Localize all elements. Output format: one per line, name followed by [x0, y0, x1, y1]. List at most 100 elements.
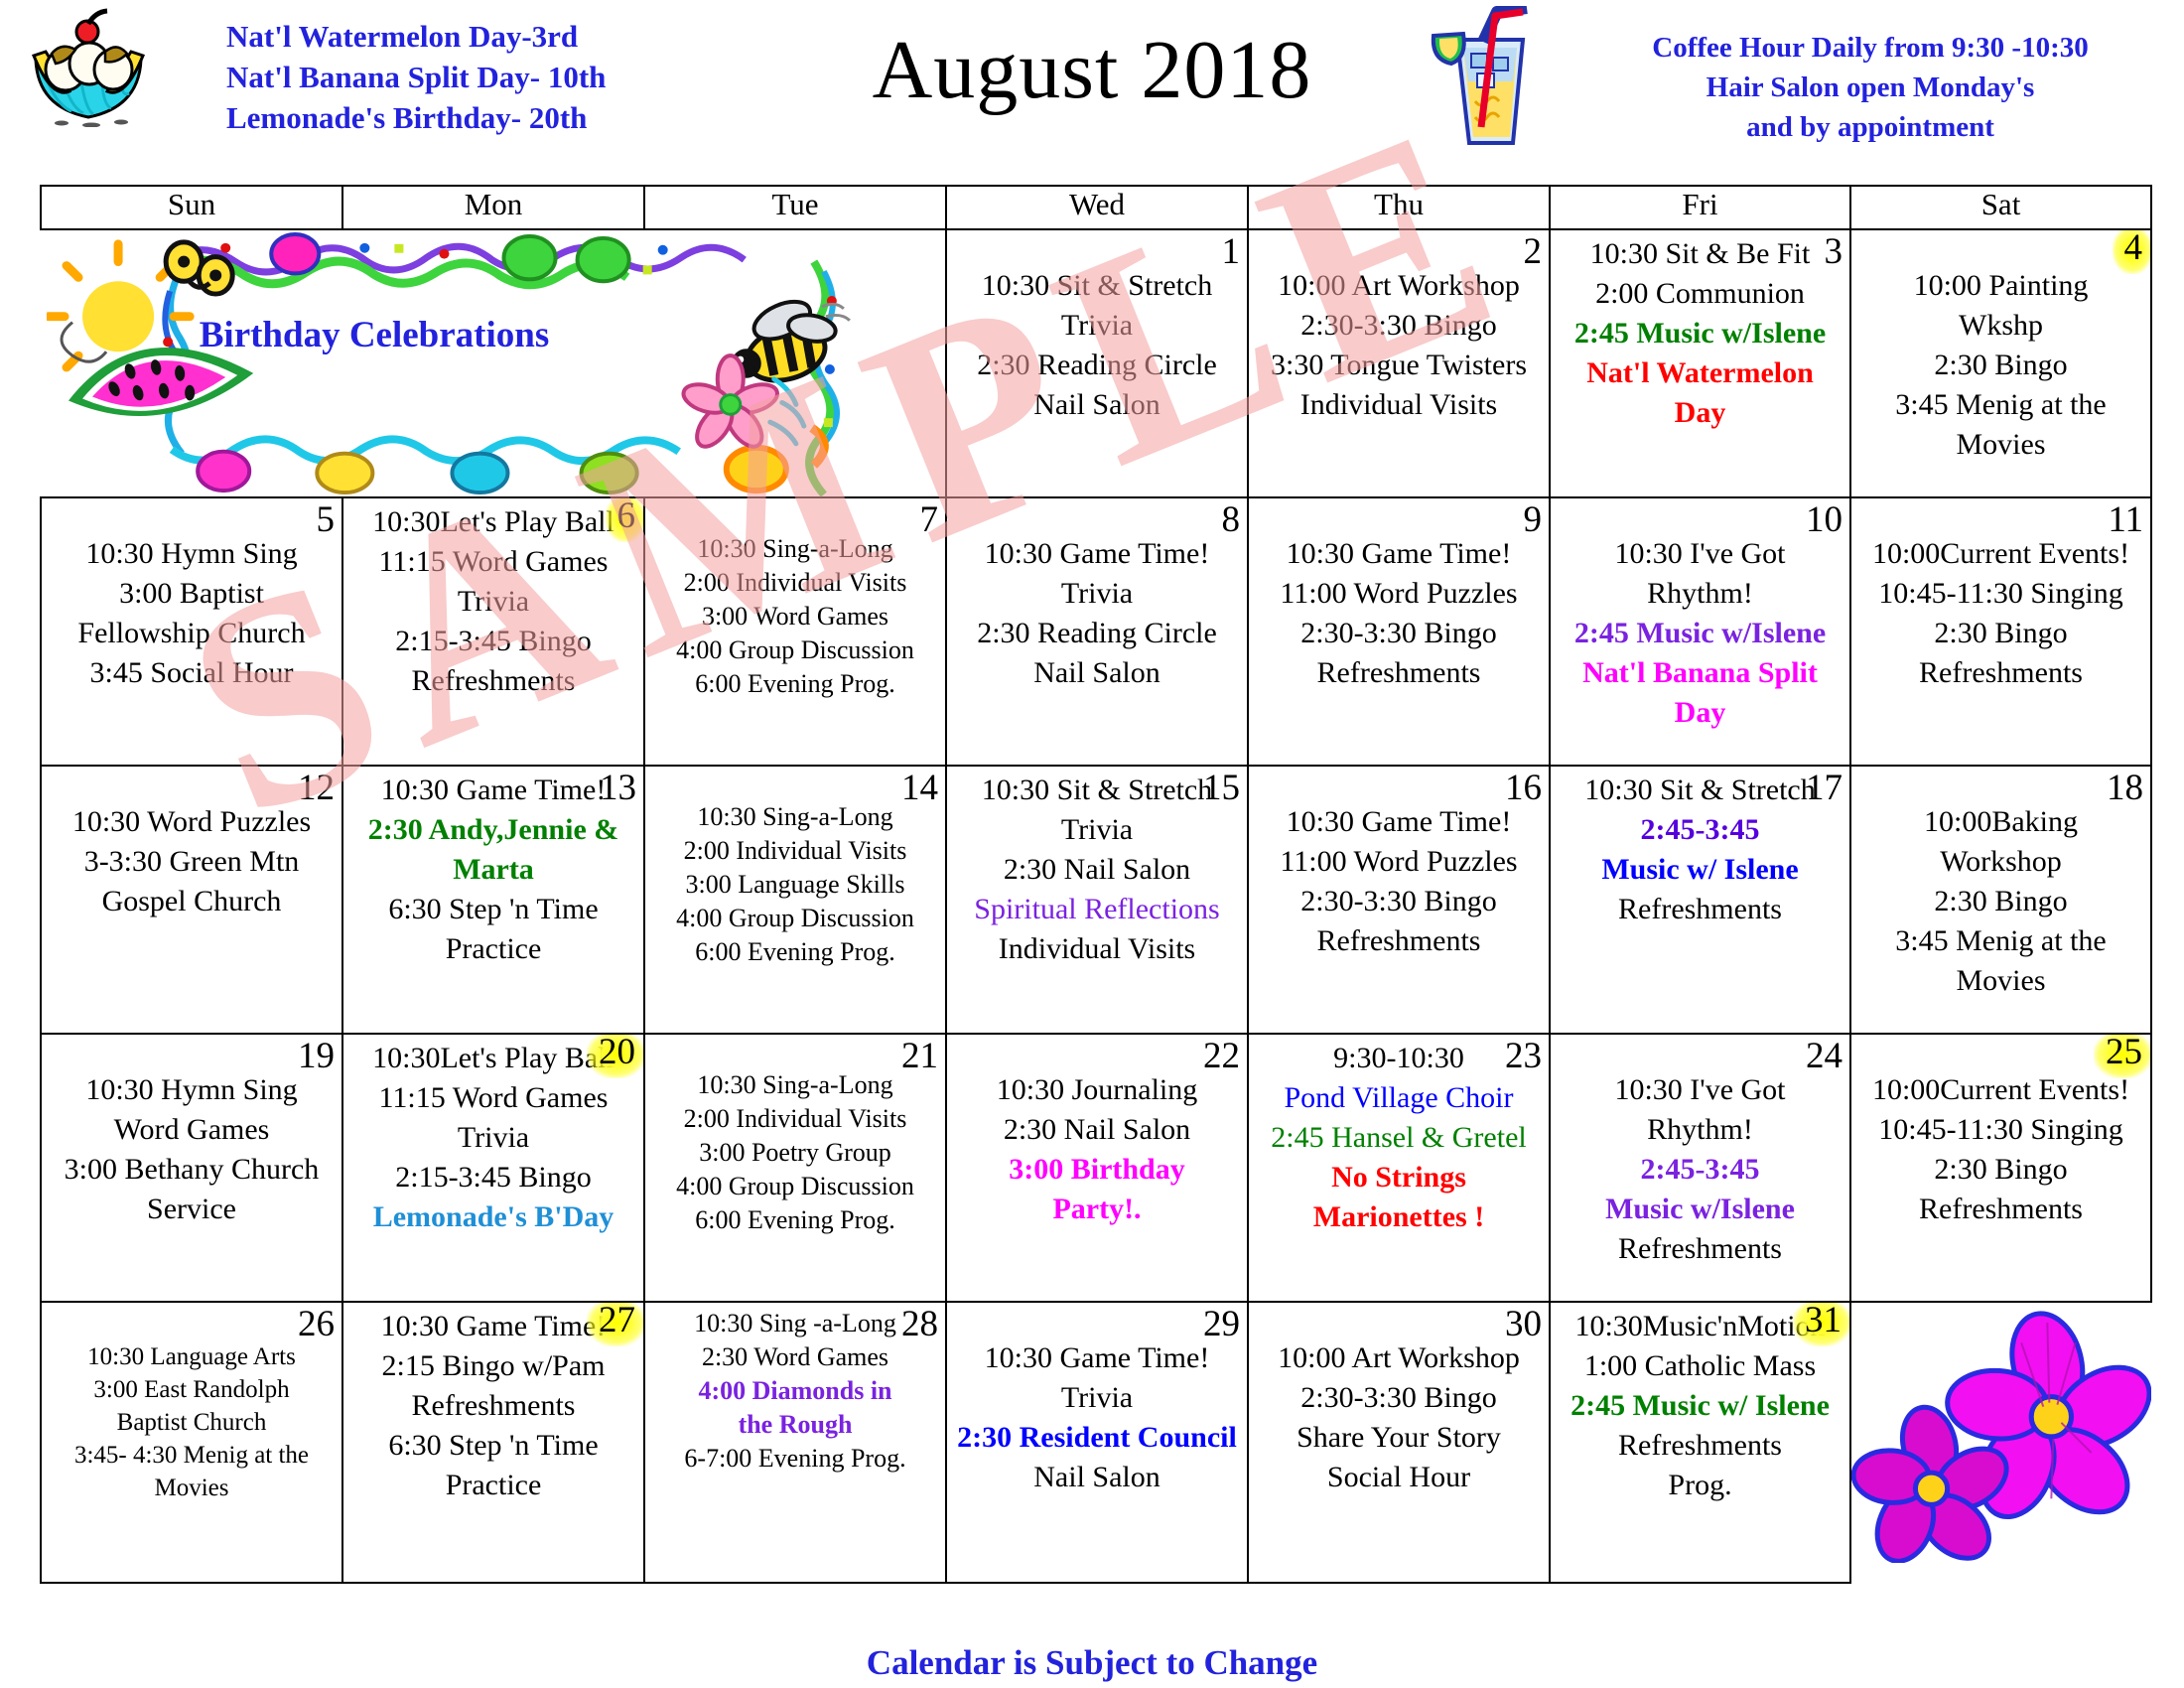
day-cell-26[interactable]: 26 10:30 Language Arts 3:00 East Randolph B…	[40, 1301, 343, 1584]
event-line: Marta	[453, 853, 534, 886]
event-line: Wkshp	[1959, 309, 2043, 342]
event-line: 4:00 Group Discussion	[676, 904, 914, 932]
day-cell-12[interactable]: 12 10:30 Word Puzzles 3-3:30 Green Mtn Gosp…	[40, 765, 343, 1035]
day-number: 28	[901, 1304, 938, 1344]
day-cell-30[interactable]: 30 10:00 Art Workshop 2:30-3:30 Bingo Share…	[1247, 1301, 1551, 1584]
event-line: 2:45 Hansel & Gretel	[1271, 1121, 1527, 1154]
event-line: 10:30 Game Time!	[380, 774, 607, 806]
calendar-week-row: 19 10:30 Hymn Sing Word Games 3:00 Bethany …	[40, 1033, 2152, 1303]
event-line: Fellowship Church	[77, 617, 306, 649]
day-cell-13[interactable]: 13 10:30 Game Time! 2:30 Andy,Jennie & Mart…	[341, 765, 645, 1035]
event-line: 11:15 Word Games	[378, 1081, 609, 1114]
event-line: 2:30 Bingo	[1934, 885, 2068, 917]
weekday-header-sun: Sun	[40, 185, 343, 230]
event-line: Music w/ Islene	[1601, 853, 1799, 886]
flowers-decor-cell	[1850, 1302, 2151, 1583]
day-cell-8[interactable]: 8 10:30 Game Time! Trivia 2:30 Reading Circ…	[945, 496, 1249, 767]
day-cell-24[interactable]: 24 10:30 I've Got Rhythm! 2:45-3:45 Music w/…	[1549, 1033, 1851, 1303]
event-line: 2:30 Word Games	[701, 1342, 889, 1371]
event-line: 2:00 Individual Visits	[683, 836, 907, 865]
day-cell-17[interactable]: 17 10:30 Sit & Stretch 2:45-3:45 Music w/ I…	[1549, 765, 1851, 1035]
day-cell-15[interactable]: 15 10:30 Sit & Stretch Trivia 2:30 Nail Sal…	[945, 765, 1249, 1035]
day-cell-28[interactable]: 28 10:30 Sing -a-Long 2:30 Word Games 4:00 …	[643, 1301, 947, 1584]
event-line: 3:00 Language Skills	[685, 870, 905, 899]
event-line: 2:45 Music w/ Islene	[1570, 1389, 1830, 1422]
day-cell-2[interactable]: 2 10:00 Art Workshop 2:30-3:30 Bingo 3:30 T…	[1247, 228, 1551, 498]
event-line: 4:00 Diamonds in	[698, 1376, 892, 1405]
day-number: 24	[1806, 1036, 1843, 1076]
event-line: Refreshments	[411, 1389, 576, 1422]
event-line: 6:00 Evening Prog.	[695, 1205, 895, 1234]
event-line: 2:30 Andy,Jennie &	[367, 813, 619, 846]
event-line: 10:30 Game Time!	[1286, 537, 1512, 570]
event-line: Trivia	[457, 1121, 530, 1154]
event-line: Refreshments	[1919, 1193, 2083, 1225]
event-line: 11:15 Word Games	[378, 545, 609, 578]
day-cell-29[interactable]: 29 10:30 Game Time! Trivia 2:30 Resident Co…	[945, 1301, 1249, 1584]
day-number: 15	[1203, 768, 1240, 808]
day-cell-18[interactable]: 18 10:00Baking Workshop 2:30 Bingo 3:45 Meni…	[1849, 765, 2152, 1035]
event-line: Nail Salon	[1033, 656, 1160, 689]
event-line: 2:15-3:45 Bingo	[395, 1161, 592, 1194]
day-events: 10:30 Sit & Be Fit 2:00 Communion 2:45 Mus…	[1552, 231, 1848, 433]
event-line: 9:30-10:30	[1333, 1042, 1464, 1074]
event-line: Practice	[445, 1469, 542, 1501]
event-line: Refreshments	[1618, 893, 1782, 925]
day-events: 10:30 Sit & Stretch Trivia 2:30 Nail Salon…	[948, 768, 1246, 969]
event-line: Day	[1674, 696, 1726, 729]
event-line: 10:30 Sing-a-Long	[697, 534, 893, 563]
event-line: 3:30 Tongue Twisters	[1270, 349, 1528, 381]
calendar-week-row: Birthday Celebrations 1 10:30 Sit & Stret…	[41, 228, 2152, 498]
day-cell-25[interactable]: 25 10:00Current Events! 10:45-11:30 Singin…	[1849, 1033, 2152, 1303]
day-cell-10[interactable]: 10 10:30 I've Got Rhythm! 2:45 Music w/Isle…	[1549, 496, 1851, 767]
day-cell-11[interactable]: 11 10:00Current Events! 10:45-11:30 Singin…	[1849, 496, 2152, 767]
weekday-header-mon: Mon	[341, 185, 645, 230]
calendar-grid-wrapper: Sun Mon Tue Wed Thu Fri Sat Birthday Cel…	[40, 185, 2152, 1584]
event-line: Practice	[445, 932, 542, 965]
day-cell-22[interactable]: 22 10:30 Journaling 2:30 Nail Salon 3:00 Bi…	[945, 1033, 1249, 1303]
day-events: 10:30 Sit & Stretch 2:45-3:45 Music w/ Isl…	[1552, 768, 1848, 929]
event-line: 1:00 Catholic Mass	[1583, 1349, 1817, 1382]
event-line: Music w/Islene	[1605, 1193, 1795, 1225]
event-line: 6-7:00 Evening Prog.	[684, 1444, 906, 1473]
facility-note-0: Coffee Hour Daily from 9:30 -10:30	[1652, 32, 2089, 64]
day-cell-9[interactable]: 9 10:30 Game Time! 11:00 Word Puzzles 2:30-…	[1247, 496, 1551, 767]
day-cell-3[interactable]: 3 10:30 Sit & Be Fit 2:00 Communion 2:45 Mu…	[1549, 228, 1851, 498]
day-cell-7[interactable]: 7 10:30 Sing-a-Long 2:00 Individual Visits…	[643, 496, 947, 767]
event-line: Gospel Church	[101, 885, 282, 917]
event-line: Refreshments	[1618, 1429, 1782, 1462]
day-events: 10:30 Hymn Sing 3:00 Baptist Fellowship Ch…	[43, 499, 341, 693]
lemonade-glass-icon	[1431, 6, 1528, 145]
event-line: 11:00 Word Puzzles	[1280, 845, 1518, 878]
day-events: 10:00Current Events! 10:45-11:30 Singing 2…	[1852, 499, 2149, 693]
event-line: 2:00 Communion	[1595, 277, 1805, 310]
event-line: Pond Village Choir	[1284, 1081, 1514, 1114]
day-cell-19[interactable]: 19 10:30 Hymn Sing Word Games 3:00 Bethany …	[40, 1033, 343, 1303]
event-line: Refreshments	[411, 664, 576, 697]
event-line: Trivia	[1060, 577, 1134, 610]
event-line: 2:00 Individual Visits	[683, 568, 907, 597]
event-line: Nail Salon	[1033, 388, 1160, 421]
day-cell-5[interactable]: 5 10:30 Hymn Sing 3:00 Baptist Fellowship C…	[40, 496, 343, 767]
day-cell-31[interactable]: 31 10:30Music'nMotion 1:00 Catholic Mass 2:…	[1549, 1301, 1851, 1584]
day-cell-27[interactable]: 27 10:30 Game Time! 2:15 Bingo w/Pam Refres…	[341, 1301, 645, 1584]
day-number: 23	[1505, 1036, 1542, 1076]
day-cell-20[interactable]: 20 10:30Let's Play Ball 11:15 Word Games Tr…	[341, 1033, 645, 1303]
event-line: Day	[1674, 396, 1726, 429]
day-cell-16[interactable]: 16 10:30 Game Time! 11:00 Word Puzzles 2:30…	[1247, 765, 1551, 1035]
day-cell-1[interactable]: 1 10:30 Sit & Stretch Trivia 2:30 Reading C…	[945, 228, 1249, 498]
day-number: 7	[919, 499, 939, 540]
event-line: Rhythm!	[1647, 577, 1753, 610]
day-number: 12	[298, 768, 335, 808]
day-cell-4[interactable]: 4 10:00 Painting Wkshp 2:30 Bingo 3:45 Menig…	[1849, 228, 2152, 498]
day-cell-14[interactable]: 14 10:30 Sing-a-Long 2:00 Individual Visit…	[643, 765, 947, 1035]
day-events: 10:30 Game Time! 11:00 Word Puzzles 2:30-3…	[1250, 499, 1548, 693]
event-line: 10:30 Sit & Be Fit	[1589, 237, 1811, 270]
event-line: Trivia	[1060, 1381, 1134, 1414]
event-line: Trivia	[1060, 309, 1134, 342]
day-cell-21[interactable]: 21 10:30 Sing-a-Long 2:00 Individual Visit…	[643, 1033, 947, 1303]
day-number: 20	[587, 1036, 642, 1078]
day-cell-6[interactable]: 6 10:30Let's Play Ball 11:15 Word Games Tri…	[341, 496, 645, 767]
event-line: the Rough	[738, 1410, 853, 1439]
day-cell-23[interactable]: 23 9:30-10:30 Pond Village Choir 2:45 Hanse…	[1247, 1033, 1551, 1303]
